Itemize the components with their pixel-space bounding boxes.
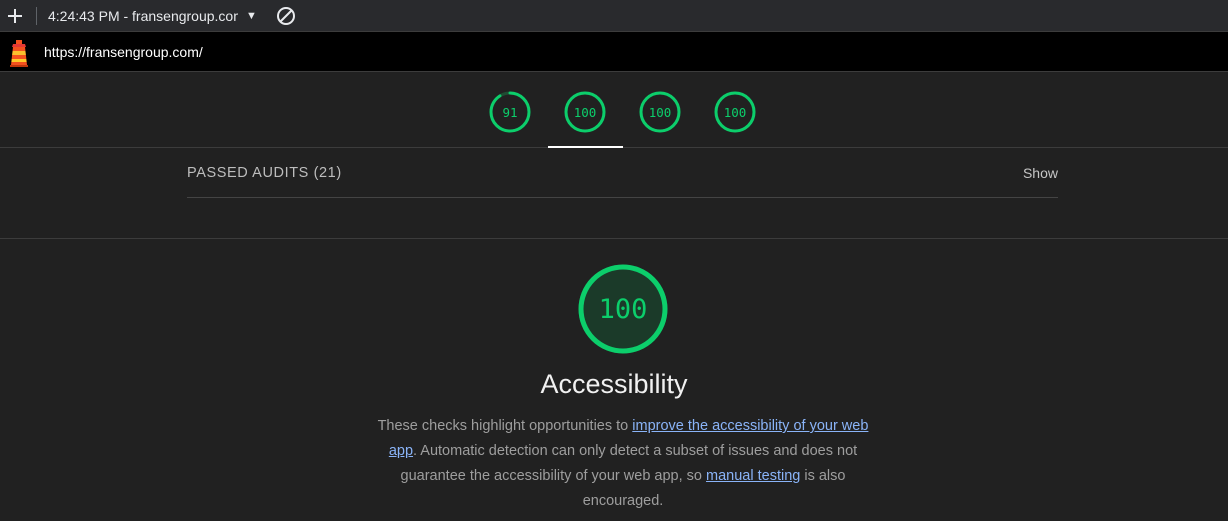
accessibility-category: 100 Accessibility These checks highlight… bbox=[0, 239, 1228, 521]
category-score-gauge: 100 bbox=[578, 264, 668, 354]
toolbar-divider bbox=[36, 6, 37, 25]
passed-audits-header[interactable]: PASSED AUDITS (21) Show bbox=[187, 148, 1058, 198]
show-button[interactable]: Show bbox=[1023, 165, 1058, 181]
score-gauge-tab[interactable]: 91 bbox=[489, 91, 531, 133]
score-gauge-tab[interactable]: 100 bbox=[714, 91, 756, 133]
report-selector-label: 4:24:43 PM - fransengroup.com bbox=[48, 7, 238, 24]
caret-down-icon: ▼ bbox=[246, 9, 257, 22]
passed-audits-section: PASSED AUDITS (21) Show bbox=[0, 148, 1228, 239]
score-gauge-tab[interactable]: 100 bbox=[564, 91, 606, 133]
category-description: These checks highlight opportunities to … bbox=[370, 414, 876, 514]
report-selector[interactable]: 4:24:43 PM - fransengroup.com ▼ bbox=[48, 8, 257, 24]
passed-audits-title: PASSED AUDITS (21) bbox=[187, 164, 342, 181]
category-title: Accessibility bbox=[540, 369, 688, 399]
plus-icon[interactable] bbox=[0, 0, 30, 32]
lighthouse-icon bbox=[8, 37, 30, 67]
score-gauges-row: 91 100 100 100 bbox=[0, 72, 1228, 148]
manual-testing-link[interactable]: manual testing bbox=[706, 468, 800, 484]
category-score: 100 bbox=[598, 293, 648, 325]
report-url[interactable]: https://fransengroup.com/ bbox=[44, 44, 203, 60]
block-icon[interactable] bbox=[275, 5, 297, 27]
score-gauge-tab[interactable]: 100 bbox=[639, 91, 681, 133]
desc-text: These checks highlight opportunities to bbox=[377, 418, 633, 434]
gauge-score: 91 bbox=[502, 104, 518, 120]
url-bar: https://fransengroup.com/ bbox=[0, 32, 1228, 72]
gauge-score: 100 bbox=[723, 104, 747, 120]
devtools-toolbar: 4:24:43 PM - fransengroup.com ▼ bbox=[0, 0, 1228, 32]
gauge-score: 100 bbox=[648, 104, 672, 120]
gauge-score: 100 bbox=[573, 104, 597, 120]
